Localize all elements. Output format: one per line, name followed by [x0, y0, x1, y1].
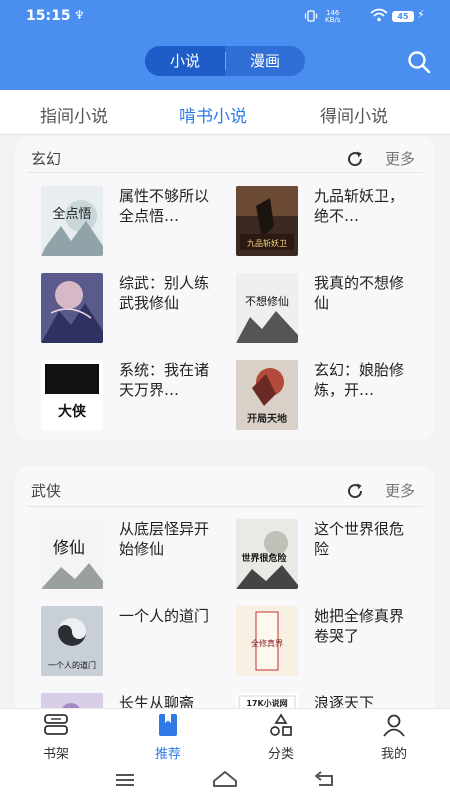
book-cover: [41, 273, 103, 343]
category-icon: [270, 713, 292, 736]
tab-dejian[interactable]: 得间小说: [304, 102, 404, 127]
tab-kenshu[interactable]: 啃书小说: [163, 102, 263, 127]
bottom-nav: 书架 推荐 分类 我的: [0, 708, 450, 763]
book-title: 系统：我在诸天万界…: [119, 361, 210, 399]
cover-text: 17K小说网: [246, 698, 287, 708]
nav-profile[interactable]: 我的: [354, 713, 434, 762]
book-cover: 17K小说网: [236, 693, 298, 708]
section-title: 玄幻: [31, 150, 62, 168]
more-link[interactable]: 更多: [385, 148, 415, 169]
net-speed: 146 KB/s: [325, 10, 340, 24]
cover-text: 一个人的道门: [48, 660, 96, 670]
book-item[interactable]: 修仙 从底层怪异开始修仙: [31, 519, 231, 591]
book-cover: 开局天地: [236, 360, 298, 430]
refresh-icon[interactable]: [345, 481, 365, 501]
more-link[interactable]: 更多: [385, 480, 415, 501]
profile-icon: [383, 714, 405, 737]
section-title: 武侠: [31, 482, 62, 500]
nav-label: 推荐: [154, 747, 181, 762]
refresh-icon[interactable]: [345, 149, 365, 169]
cover-text: 不想修仙: [245, 294, 289, 308]
nav-label: 分类: [267, 747, 294, 762]
section-card-xuanhuan: 玄幻 更多 全点悟 属性不够所以全点悟… 九品斩妖卫 九品斩妖卫，绝不… 综武：…: [15, 136, 435, 440]
vibrate-icon: [304, 10, 318, 22]
nav-label: 我的: [380, 747, 407, 762]
bookshelf-icon: [44, 714, 68, 735]
nav-category[interactable]: 分类: [241, 713, 321, 762]
battery-level: 45: [392, 11, 414, 22]
status-time: 15:15: [26, 8, 71, 24]
tab-zhijian[interactable]: 指间小说: [24, 102, 124, 127]
book-item[interactable]: 17K小说网 浪逐天下: [226, 693, 426, 708]
book-item[interactable]: 全修真界 她把全修真界卷哭了: [226, 606, 426, 678]
book-cover: 全点悟: [41, 186, 103, 256]
cover-text: 大侠: [58, 403, 87, 420]
cover-text: 全点悟: [52, 206, 91, 222]
book-title: 我真的不想修仙: [314, 274, 405, 312]
book-title: 浪逐天下: [314, 694, 375, 708]
book-item[interactable]: 九品斩妖卫 九品斩妖卫，绝不…: [226, 186, 426, 258]
book-item[interactable]: 综武：别人练武我修仙: [31, 273, 231, 345]
segment-novel[interactable]: 小说: [145, 46, 225, 76]
book-title: 玄幻：娘胎修炼，开…: [314, 361, 405, 399]
book-title: 综武：别人练武我修仙: [119, 274, 210, 312]
nav-bookshelf[interactable]: 书架: [16, 713, 96, 762]
app-header: 15:15 ♆ 146 KB/s 45 ⚡ 小说 漫画: [0, 0, 450, 90]
book-item[interactable]: 大侠 系统：我在诸天万界…: [31, 360, 231, 432]
source-tabs: 指间小说 啃书小说 得间小说: [0, 90, 450, 135]
section-divider: [27, 172, 423, 173]
status-bar: 15:15 ♆ 146 KB/s 45 ⚡: [0, 0, 450, 34]
book-item[interactable]: 全点悟 属性不够所以全点悟…: [31, 186, 231, 258]
net-speed-unit: KB/s: [325, 16, 341, 24]
book-cover: 全修真界: [236, 606, 298, 676]
home-icon[interactable]: [212, 769, 238, 789]
book-cover: 九品斩妖卫: [236, 186, 298, 256]
book-cover: 不想修仙: [236, 273, 298, 343]
usb-icon: ♆: [74, 8, 85, 22]
book-item[interactable]: 长生从聊斋: [31, 693, 231, 708]
book-cover: 修仙: [41, 519, 103, 589]
book-title: 这个世界很危险: [314, 520, 405, 558]
book-title: 长生从聊斋: [119, 694, 195, 708]
book-cover: 一个人的道门: [41, 606, 103, 676]
content-type-switch[interactable]: 小说 漫画: [145, 46, 305, 76]
segment-comic[interactable]: 漫画: [225, 46, 305, 76]
nav-label: 书架: [42, 747, 69, 762]
book-cover: 大侠: [41, 360, 103, 430]
recommend-icon: [159, 714, 177, 736]
book-item[interactable]: 不想修仙 我真的不想修仙: [226, 273, 426, 345]
section-divider: [27, 506, 423, 507]
book-item[interactable]: 一个人的道门 一个人的道门: [31, 606, 231, 678]
book-cover: [41, 693, 103, 708]
nav-recommend[interactable]: 推荐: [128, 713, 208, 762]
cover-text: 九品斩妖卫: [247, 238, 287, 248]
menu-icon[interactable]: [115, 772, 135, 788]
book-title: 从底层怪异开始修仙: [119, 520, 210, 558]
cover-text: 开局天地: [247, 412, 287, 425]
book-title: 一个人的道门: [119, 607, 210, 625]
search-icon[interactable]: [405, 48, 433, 76]
book-cover: 世界很危险: [236, 519, 298, 589]
cover-text: 修仙: [53, 538, 85, 557]
cover-text: 世界很危险: [241, 552, 287, 564]
book-item[interactable]: 世界很危险 这个世界很危险: [226, 519, 426, 591]
cover-text: 全修真界: [251, 638, 283, 648]
system-nav-bar: [0, 763, 450, 800]
charging-icon: ⚡: [417, 8, 425, 21]
wifi-icon: [370, 8, 388, 22]
book-item[interactable]: 开局天地 玄幻：娘胎修炼，开…: [226, 360, 426, 432]
book-title: 她把全修真界卷哭了: [314, 607, 405, 645]
book-title: 九品斩妖卫，绝不…: [314, 187, 405, 225]
back-icon[interactable]: [314, 770, 336, 788]
section-card-wuxia: 武侠 更多 修仙 从底层怪异开始修仙 世界很危险 这个世界很危险 一个人的道门 …: [15, 466, 435, 708]
recommend-feed[interactable]: 玄幻 更多 全点悟 属性不够所以全点悟… 九品斩妖卫 九品斩妖卫，绝不… 综武：…: [0, 136, 450, 708]
book-title: 属性不够所以全点悟…: [119, 187, 210, 225]
